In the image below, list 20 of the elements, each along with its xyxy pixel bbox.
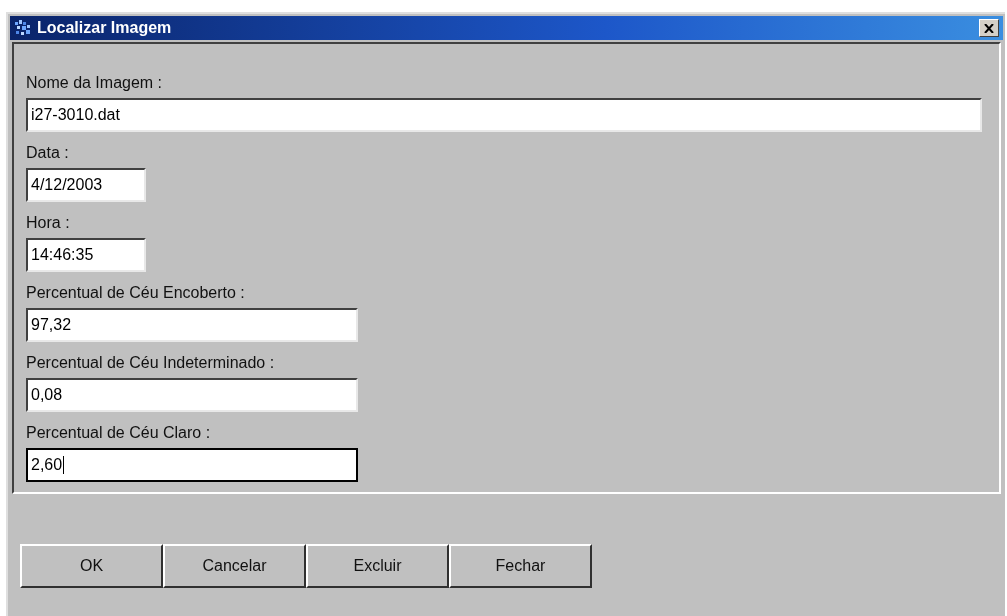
- input-field[interactable]: 0,08: [26, 378, 358, 412]
- input-field[interactable]: 4/12/2003: [26, 168, 146, 202]
- field-label: Data :: [26, 144, 70, 163]
- dialog-button[interactable]: Excluir: [306, 544, 449, 588]
- field-label: Nome da Imagem :: [26, 74, 164, 93]
- input-field[interactable]: 14:46:35: [26, 238, 146, 272]
- field-label: Percentual de Céu Claro :: [26, 424, 212, 443]
- field-label: Percentual de Céu Encoberto :: [26, 284, 246, 303]
- dialog-button[interactable]: OK: [20, 544, 163, 588]
- input-field[interactable]: 2,60: [26, 448, 358, 482]
- dialog-button[interactable]: Cancelar: [163, 544, 306, 588]
- field-label: Percentual de Céu Indeterminado :: [26, 354, 276, 373]
- dialog-button[interactable]: Fechar: [449, 544, 592, 588]
- input-field[interactable]: 97,32: [26, 308, 358, 342]
- field-label: Hora :: [26, 214, 71, 233]
- close-icon: [984, 23, 994, 33]
- window-title: Localizar Imagem: [37, 19, 173, 37]
- input-field[interactable]: i27-3010.dat: [26, 98, 982, 132]
- app-icon: [14, 20, 32, 36]
- close-button[interactable]: [979, 19, 999, 37]
